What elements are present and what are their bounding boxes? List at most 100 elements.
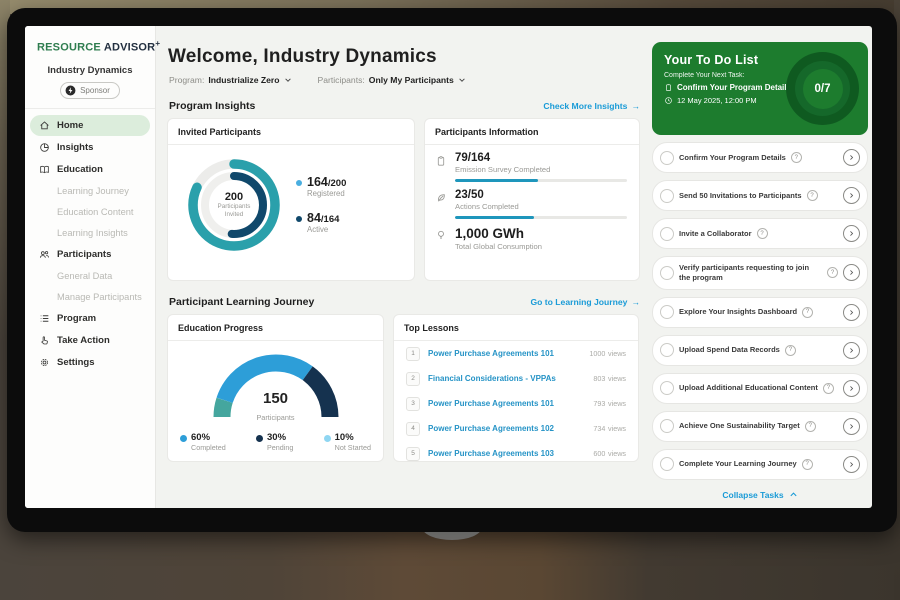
card-title: Participants Information — [435, 127, 629, 137]
sidebar-item-label: Insights — [57, 142, 93, 153]
sidebar-item-settings[interactable]: Settings — [30, 352, 150, 373]
task-open-button[interactable] — [843, 225, 860, 242]
lesson-link[interactable]: Power Purchase Agreements 102 — [428, 424, 585, 433]
todo-hero-card: Your To Do List Complete Your Next Task:… — [652, 42, 868, 135]
take-action-icon — [39, 335, 50, 346]
task-open-button[interactable] — [843, 342, 860, 359]
sidebar-item-general-data[interactable]: General Data — [30, 266, 150, 286]
task-open-button[interactable] — [843, 187, 860, 204]
emission-survey-row: 79/164 Emission Survey Completed — [425, 145, 639, 182]
insights-icon — [39, 142, 50, 153]
help-icon[interactable]: ? — [802, 307, 813, 318]
lesson-rank: 5 — [406, 447, 420, 461]
main-content: Welcome, Industry Dynamics Program: Indu… — [157, 26, 652, 508]
sidebar-item-insights[interactable]: Insights — [30, 137, 150, 158]
go-to-learning-journey-link[interactable]: Go to Learning Journey → — [530, 297, 640, 307]
task-confirm-program-details[interactable]: Confirm Your Program Details ? — [652, 142, 868, 173]
chevron-right-icon — [848, 269, 855, 276]
task-open-button[interactable] — [843, 456, 860, 473]
sidebar-item-label: Home — [57, 120, 83, 131]
lesson-link[interactable]: Power Purchase Agreements 101 — [428, 399, 585, 408]
lesson-link[interactable]: Financial Considerations - VPPAs — [428, 374, 585, 383]
check-more-insights-link[interactable]: Check More Insights → — [543, 101, 640, 111]
chevron-right-icon — [848, 423, 855, 430]
sponsor-label: Sponsor — [80, 86, 110, 95]
task-verify-participants[interactable]: Verify participants requesting to join t… — [652, 256, 868, 290]
global-consumption-row: 1,000 GWh Total Global Consumption — [425, 219, 639, 251]
sidebar-item-home[interactable]: Home — [30, 115, 150, 136]
top-lessons-card: Top Lessons 1 Power Purchase Agreements … — [393, 314, 639, 462]
sidebar-item-manage-participants[interactable]: Manage Participants — [30, 287, 150, 307]
task-checkbox[interactable] — [660, 227, 674, 241]
chevron-right-icon — [848, 461, 855, 468]
donut-center-label: Participants — [218, 203, 251, 211]
participants-filter-label: Participants: — [318, 75, 365, 85]
sidebar-item-program[interactable]: Program — [30, 308, 150, 329]
collapse-label: Collapse Tasks — [722, 490, 783, 500]
task-complete-learning-journey[interactable]: Complete Your Learning Journey ? — [652, 449, 868, 480]
task-checkbox[interactable] — [660, 343, 674, 357]
sponsor-badge[interactable]: Sponsor — [60, 82, 120, 99]
task-explore-insights[interactable]: Explore Your Insights Dashboard ? — [652, 297, 868, 328]
task-checkbox[interactable] — [660, 419, 674, 433]
task-checkbox[interactable] — [660, 457, 674, 471]
program-filter-label: Program: — [169, 75, 204, 85]
task-upload-spend-data[interactable]: Upload Spend Data Records ? — [652, 335, 868, 366]
program-filter-dropdown[interactable]: Program: Industrialize Zero — [169, 75, 292, 85]
task-checkbox[interactable] — [660, 381, 674, 395]
todo-progress-value: 0/7 — [803, 69, 843, 109]
page-title: Welcome, Industry Dynamics — [168, 46, 642, 68]
task-open-button[interactable] — [843, 418, 860, 435]
lesson-rank: 1 — [406, 347, 420, 361]
task-checkbox[interactable] — [660, 189, 674, 203]
arrow-right-icon: → — [631, 101, 640, 111]
task-checkbox[interactable] — [660, 266, 674, 280]
sidebar-item-learning-insights[interactable]: Learning Insights — [30, 223, 150, 243]
sidebar-item-participants[interactable]: Participants — [30, 244, 150, 265]
task-achieve-sustainability-target[interactable]: Achieve One Sustainability Target ? — [652, 411, 868, 442]
task-checkbox[interactable] — [660, 151, 674, 165]
sidebar-item-label: Participants — [57, 249, 111, 260]
chevron-right-icon — [848, 230, 855, 237]
sidebar-item-education[interactable]: Education — [30, 159, 150, 180]
task-open-button[interactable] — [843, 149, 860, 166]
lesson-link[interactable]: Power Purchase Agreements 103 — [428, 449, 585, 458]
card-title: Education Progress — [178, 323, 373, 333]
help-icon[interactable]: ? — [807, 190, 818, 201]
sidebar-item-education-content[interactable]: Education Content — [30, 202, 150, 222]
help-icon[interactable]: ? — [823, 383, 834, 394]
lesson-views: 803 — [593, 374, 605, 383]
help-icon[interactable]: ? — [791, 152, 802, 163]
task-send-invitations[interactable]: Send 50 Invitations to Participants ? — [652, 180, 868, 211]
monitor-bezel: RESOURCE ADVISOR+ Industry Dynamics Spon… — [7, 8, 897, 532]
help-icon[interactable]: ? — [757, 228, 768, 239]
task-open-button[interactable] — [843, 264, 860, 281]
sidebar-item-learning-journey[interactable]: Learning Journey — [30, 181, 150, 201]
sidebar-item-take-action[interactable]: Take Action — [30, 330, 150, 351]
sidebar-item-label: Settings — [57, 357, 94, 368]
card-title: Invited Participants — [178, 127, 404, 137]
lesson-link[interactable]: Power Purchase Agreements 101 — [428, 349, 581, 358]
todo-progress-ring: 0/7 — [786, 52, 859, 125]
chevron-right-icon — [848, 192, 855, 199]
help-icon[interactable]: ? — [802, 459, 813, 470]
task-upload-educational-content[interactable]: Upload Additional Educational Content ? — [652, 373, 868, 404]
help-icon[interactable]: ? — [827, 267, 838, 278]
task-open-button[interactable] — [843, 304, 860, 321]
clock-icon — [664, 96, 673, 105]
program-filter-value: Industrialize Zero — [208, 75, 279, 85]
participants-filter-dropdown[interactable]: Participants: Only My Participants — [318, 75, 466, 85]
section-title-learning-journey: Participant Learning Journey — [169, 296, 314, 308]
help-icon[interactable]: ? — [805, 421, 816, 432]
sidebar: RESOURCE ADVISOR+ Industry Dynamics Spon… — [25, 26, 156, 508]
task-checkbox[interactable] — [660, 305, 674, 319]
arrow-right-icon: → — [631, 297, 640, 307]
collapse-tasks-link[interactable]: Collapse Tasks — [652, 490, 868, 500]
lesson-rank: 2 — [406, 372, 420, 386]
sidebar-item-label: Education Content — [57, 207, 134, 217]
lesson-views: 793 — [593, 399, 605, 408]
task-open-button[interactable] — [843, 380, 860, 397]
chevron-right-icon — [848, 385, 855, 392]
help-icon[interactable]: ? — [785, 345, 796, 356]
task-invite-collaborator[interactable]: Invite a Collaborator ? — [652, 218, 868, 249]
